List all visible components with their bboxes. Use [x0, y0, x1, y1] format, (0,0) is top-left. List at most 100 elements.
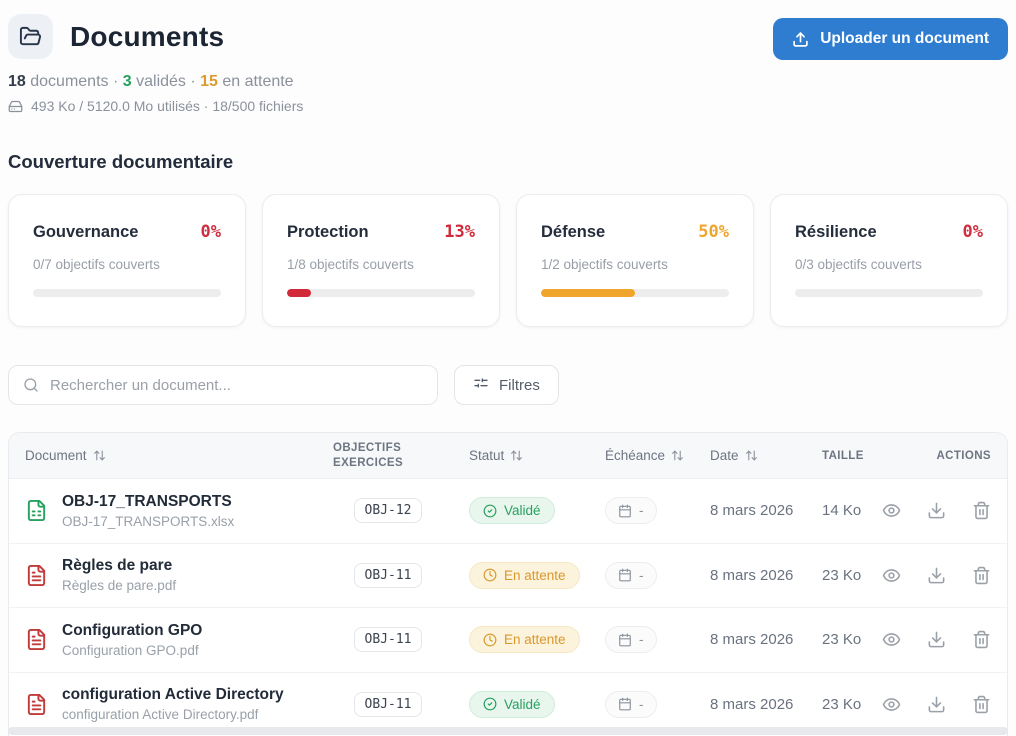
sort-icon[interactable]	[745, 449, 758, 462]
table-row[interactable]: OBJ-17_TRANSPORTS OBJ-17_TRANSPORTS.xlsx O…	[9, 479, 1007, 544]
status-label: Validé	[504, 697, 541, 712]
search-icon	[23, 377, 39, 393]
delete-button[interactable]	[972, 695, 991, 714]
calendar-icon	[618, 697, 632, 711]
coverage-detail: 0/3 objectifs couverts	[795, 257, 983, 272]
search-box[interactable]	[8, 365, 438, 405]
calendar-icon	[618, 504, 632, 518]
storage-info: 493 Ko / 5120.0 Mo utilisés · 18/500 fic…	[8, 98, 1008, 114]
pending-label: en attente	[222, 73, 293, 90]
delete-button[interactable]	[972, 501, 991, 520]
coverage-card: Protection13%1/8 objectifs couverts	[262, 194, 500, 327]
coverage-detail: 1/2 objectifs couverts	[541, 257, 729, 272]
column-header-date[interactable]: Date	[688, 448, 806, 463]
hard-drive-icon	[8, 99, 23, 114]
delete-button[interactable]	[972, 566, 991, 585]
file-pdf-icon	[25, 564, 48, 587]
view-button[interactable]	[882, 566, 901, 585]
total-count: 18	[8, 73, 26, 90]
check-circle-icon	[483, 504, 497, 518]
sort-icon[interactable]	[510, 449, 523, 462]
folder-open-icon	[8, 14, 53, 59]
document-filename: OBJ-17_TRANSPORTS.xlsx	[62, 514, 234, 529]
table-row[interactable]: Règles de pareRègles de pare.pdfOBJ-11En…	[9, 544, 1007, 609]
column-header-taille: TAILLE	[806, 450, 881, 462]
coverage-card: Résilience 0% 0/3 objectifs couverts	[770, 194, 1008, 327]
coverage-card-title: Gouvernance	[33, 223, 138, 242]
sort-icon[interactable]	[671, 449, 684, 462]
upload-button-label: Uploader un document	[820, 30, 989, 48]
column-header-echeance[interactable]: Échéance	[583, 448, 688, 463]
horizontal-scrollbar[interactable]	[8, 727, 1008, 735]
status-label: En attente	[504, 632, 566, 647]
due-date-value: -	[639, 632, 644, 647]
objectif-badge: OBJ-11	[354, 627, 423, 652]
document-title: configuration Active Directory	[62, 686, 284, 704]
status-badge: Validé	[469, 497, 555, 524]
document-date: 8 mars 2026	[688, 696, 806, 713]
table-row[interactable]: Configuration GPO Configuration GPO.pdf OB…	[9, 608, 1007, 673]
documents-table: Document OBJECTIFS EXERCICES Statut Éché…	[8, 432, 1008, 736]
documents-stats: 18 documents · 3 validés · 15 en attente	[8, 73, 1008, 91]
file-pdf-icon	[25, 693, 48, 716]
table-body: OBJ-17_TRANSPORTS OBJ-17_TRANSPORTS.xlsx O…	[9, 479, 1007, 736]
validated-count: 3	[123, 73, 132, 90]
coverage-progress-bar	[541, 289, 729, 297]
document-filename: configuration Active Directory.pdf	[62, 707, 284, 722]
view-button[interactable]	[882, 695, 901, 714]
download-button[interactable]	[927, 501, 946, 520]
status-label: Validé	[504, 503, 541, 518]
document-filename: Règles de pare.pdf	[62, 578, 176, 593]
view-button[interactable]	[882, 501, 901, 520]
storage-usage-text: 493 Ko / 5120.0 Mo utilisés · 18/500 fic…	[31, 98, 303, 114]
download-button[interactable]	[927, 566, 946, 585]
column-header-document[interactable]: Document	[25, 448, 333, 463]
upload-document-button[interactable]: Uploader un document	[773, 18, 1008, 60]
sort-icon[interactable]	[93, 449, 106, 462]
upload-icon	[792, 31, 809, 48]
coverage-card-title: Résilience	[795, 223, 877, 242]
due-date-badge: -	[605, 562, 657, 589]
objectif-badge: OBJ-11	[354, 692, 423, 717]
document-date: 8 mars 2026	[688, 631, 806, 648]
page-header: Documents Uploader un document	[8, 14, 1008, 60]
status-badge: En attente	[469, 562, 580, 589]
coverage-heading: Couverture documentaire	[8, 151, 1008, 173]
due-date-badge: -	[605, 497, 657, 524]
view-button[interactable]	[882, 630, 901, 649]
coverage-progress-bar	[33, 289, 221, 297]
coverage-progress-fill	[287, 289, 311, 297]
objectif-badge: OBJ-12	[354, 498, 423, 523]
due-date-badge: -	[605, 626, 657, 653]
status-label: En attente	[504, 568, 566, 583]
delete-button[interactable]	[972, 630, 991, 649]
coverage-cards: Gouvernance0%0/7 objectifs couvertsProte…	[8, 194, 1008, 327]
download-button[interactable]	[927, 695, 946, 714]
status-badge: En attente	[469, 626, 580, 653]
document-size: 23 Ko	[806, 631, 881, 648]
document-date: 8 mars 2026	[688, 502, 806, 519]
status-badge: Validé	[469, 691, 555, 718]
document-size: 23 Ko	[806, 567, 881, 584]
documents-page: Documents Uploader un document 18 docume…	[0, 0, 1016, 736]
coverage-progress-fill	[541, 289, 635, 297]
document-size: 14 Ko	[806, 502, 881, 519]
column-header-statut[interactable]: Statut	[443, 448, 583, 463]
download-button[interactable]	[927, 630, 946, 649]
filters-button[interactable]: Filtres	[454, 365, 559, 405]
coverage-card: Défense50%1/2 objectifs couverts	[516, 194, 754, 327]
coverage-detail: 1/8 objectifs couverts	[287, 257, 475, 272]
due-date-value: -	[639, 503, 644, 518]
document-title: OBJ-17_TRANSPORTS	[62, 493, 234, 511]
column-header-objectifs: OBJECTIFS EXERCICES	[333, 441, 415, 471]
coverage-card: Gouvernance0%0/7 objectifs couverts	[8, 194, 246, 327]
coverage-percent: 0%	[201, 222, 221, 242]
document-title: Configuration GPO	[62, 622, 202, 640]
clock-icon	[483, 633, 497, 647]
document-filename: Configuration GPO.pdf	[62, 643, 202, 658]
search-input[interactable]	[50, 377, 423, 394]
filters-label: Filtres	[499, 377, 540, 394]
coverage-percent: 0%	[963, 222, 983, 242]
coverage-progress-bar	[287, 289, 475, 297]
table-header-row: Document OBJECTIFS EXERCICES Statut Éché…	[9, 433, 1007, 479]
